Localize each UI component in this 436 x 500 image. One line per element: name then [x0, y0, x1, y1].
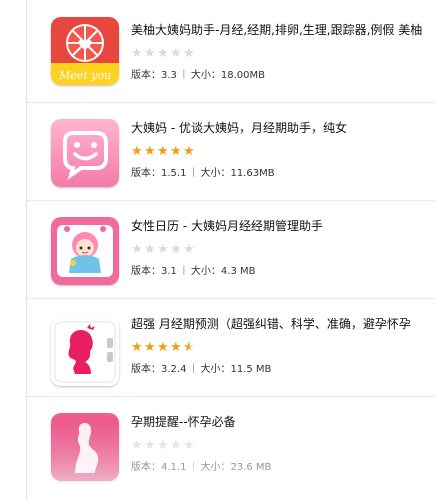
version-label: 版本： — [131, 70, 161, 81]
star-filled-icon: ★ — [183, 144, 195, 159]
app-meta: 版本：4.1.1 丨大小：23.6 MB — [131, 461, 271, 474]
app-meta: 版本：3.1 丨大小：4.3 MB — [131, 265, 255, 278]
rating-stars: ★★★★★ — [131, 439, 196, 453]
star-filled-icon: ★ — [170, 340, 182, 355]
meetyou-grapefruit-icon[interactable]: Meet you — [51, 17, 119, 85]
version-label: 版本： — [131, 266, 161, 277]
icon-brand-text: Meet you — [58, 69, 111, 82]
star-empty-icon: ★ — [144, 242, 156, 257]
meta-divider: 丨 — [188, 168, 199, 179]
version-label: 版本： — [131, 168, 161, 179]
star-filled-icon: ★ — [144, 340, 156, 355]
app-meta: 版本：3.3 丨大小：18.00MB — [131, 69, 265, 82]
pregnant-silhouette-icon[interactable] — [51, 413, 119, 481]
star-half-icon: ★ — [183, 340, 195, 355]
list-item[interactable]: 孕期提醒--怀孕必备 ★★★★★ 版本：4.1.1 丨大小：23.6 MB — [27, 396, 436, 494]
star-empty-icon: ★ — [170, 438, 182, 453]
star-filled-icon: ★ — [131, 144, 143, 159]
star-empty-icon: ★ — [157, 46, 169, 61]
size-value: 18.00MB — [220, 70, 266, 81]
size-value: 4.3 MB — [220, 266, 256, 277]
list-item[interactable]: Meet you 美柚大姨妈助手-月经,经期,排卵,生理,跟踪器,例假 美柚 ★… — [27, 4, 436, 103]
meta-divider: 丨 — [178, 266, 189, 277]
star-empty-icon: ★ — [157, 242, 169, 257]
size-value: 11.63MB — [230, 168, 275, 179]
app-title[interactable]: 美柚大姨妈助手-月经,经期,排卵,生理,跟踪器,例假 美柚 — [131, 22, 436, 38]
star-empty-icon: ★ — [170, 46, 182, 61]
size-value: 11.5 MB — [230, 364, 272, 375]
list-item[interactable]: 女性日历 - 大姨妈月经经期管理助手 ★★★★★ 版本：3.1 丨大小：4.3 M… — [27, 200, 436, 299]
star-filled-icon: ★ — [144, 144, 156, 159]
app-meta: 版本：1.5.1 丨大小：11.63MB — [131, 167, 275, 180]
star-empty-icon: ★ — [183, 438, 195, 453]
cartoon-girl-calendar-icon[interactable] — [51, 217, 119, 285]
meta-divider: 丨 — [188, 462, 199, 473]
rating-stars: ★★★★★ — [131, 145, 196, 159]
size-label: 大小： — [200, 168, 231, 179]
rating-stars: ★★★★★ — [131, 243, 196, 257]
star-filled-icon: ★ — [157, 144, 169, 159]
star-empty-icon: ★ — [131, 438, 143, 453]
meta-divider: 丨 — [178, 70, 189, 81]
star-filled-icon: ★ — [157, 340, 169, 355]
star-empty-icon: ★ — [131, 46, 143, 61]
list-item[interactable]: 超强 月经期预测（超强纠错、科学、准确，避孕怀孕 ★★★★★ 版本：3.2.4 丨… — [27, 298, 436, 397]
meta-divider: 丨 — [188, 364, 199, 375]
app-list: Meet you 美柚大姨妈助手-月经,经期,排卵,生理,跟踪器,例假 美柚 ★… — [26, 0, 436, 500]
star-empty-icon: ★ — [183, 46, 195, 61]
woman-silhouette-notebook-icon[interactable] — [51, 318, 119, 386]
app-title[interactable]: 孕期提醒--怀孕必备 — [131, 414, 436, 430]
app-meta: 版本：3.2.4 丨大小：11.5 MB — [131, 363, 271, 376]
size-label: 大小： — [200, 462, 231, 473]
star-empty-icon: ★ — [144, 438, 156, 453]
version-value: 3.3 — [161, 70, 177, 81]
size-value: 23.6 MB — [230, 462, 272, 473]
smiley-speech-bubble-icon[interactable] — [51, 119, 119, 187]
star-filled-icon: ★ — [131, 340, 143, 355]
rating-stars: ★★★★★ — [131, 47, 196, 61]
rating-stars: ★★★★★ — [131, 341, 196, 355]
version-value: 3.1 — [161, 266, 177, 277]
app-title[interactable]: 超强 月经期预测（超强纠错、科学、准确，避孕怀孕 — [131, 316, 436, 332]
app-title[interactable]: 女性日历 - 大姨妈月经经期管理助手 — [131, 218, 436, 234]
star-empty-icon: ★ — [170, 242, 182, 257]
version-value: 1.5.1 — [161, 168, 187, 179]
size-label: 大小： — [190, 70, 221, 81]
star-empty-icon: ★ — [183, 242, 195, 257]
size-label: 大小： — [200, 364, 231, 375]
star-empty-icon: ★ — [144, 46, 156, 61]
star-empty-icon: ★ — [131, 242, 143, 257]
star-filled-icon: ★ — [170, 144, 182, 159]
version-value: 4.1.1 — [161, 462, 187, 473]
size-label: 大小： — [190, 266, 221, 277]
star-empty-icon: ★ — [157, 438, 169, 453]
app-title[interactable]: 大姨妈 - 优谈大姨妈，月经期助手，纯女 — [131, 120, 436, 136]
list-item[interactable]: 大姨妈 - 优谈大姨妈，月经期助手，纯女 ★★★★★ 版本：1.5.1 丨大小：1… — [27, 102, 436, 201]
version-label: 版本： — [131, 462, 161, 473]
version-label: 版本： — [131, 364, 161, 375]
version-value: 3.2.4 — [161, 364, 187, 375]
